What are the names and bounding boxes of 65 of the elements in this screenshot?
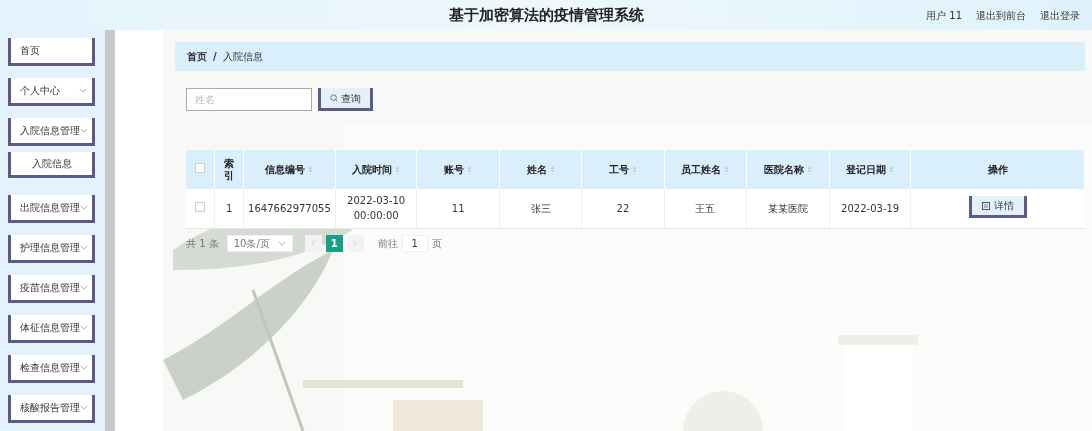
sort-icon[interactable] bbox=[889, 166, 895, 173]
chevron-right-icon bbox=[353, 240, 358, 246]
table-cell: 2022-03-19 bbox=[841, 202, 900, 214]
total-count: 共 1 条 bbox=[186, 236, 219, 251]
app-title: 基于加密算法的疫情管理系统 bbox=[448, 4, 644, 26]
chevron-icon bbox=[80, 285, 88, 290]
sort-icon[interactable] bbox=[631, 166, 637, 173]
checkbox[interactable] bbox=[195, 201, 206, 212]
chevron-down-icon bbox=[277, 240, 286, 246]
sidebar-subitem[interactable]: 入院信息 bbox=[8, 152, 95, 178]
column-header: 账号 bbox=[444, 163, 465, 177]
sort-icon[interactable] bbox=[308, 166, 314, 173]
chevron-icon bbox=[80, 128, 88, 133]
sort-icon[interactable] bbox=[807, 166, 813, 173]
chevron-icon bbox=[79, 88, 87, 93]
table-cell: 王五 bbox=[695, 202, 716, 214]
column-header: 工号 bbox=[608, 163, 629, 177]
header-link[interactable]: 退出登录 bbox=[1040, 7, 1080, 23]
table-cell: 张三 bbox=[530, 202, 551, 214]
sort-icon[interactable] bbox=[724, 166, 730, 173]
sidebar-item[interactable]: 个人中心 bbox=[8, 78, 95, 106]
table-cell: 某某医院 bbox=[768, 202, 809, 214]
column-header: 医院名称 bbox=[764, 163, 805, 177]
table-cell: 22 bbox=[616, 202, 630, 214]
sort-icon[interactable] bbox=[395, 166, 401, 173]
chevron-left-icon bbox=[311, 240, 316, 246]
chevron-icon bbox=[80, 405, 88, 410]
breadcrumb-link[interactable]: 入院信息 bbox=[222, 49, 263, 64]
chevron-icon bbox=[80, 205, 88, 210]
sidebar-item[interactable]: 疫苗信息管理 bbox=[8, 275, 95, 303]
header-link[interactable]: 退出到前台 bbox=[976, 7, 1026, 23]
goto-label: 前往 bbox=[377, 236, 398, 251]
name-search-field[interactable]: 姓名 bbox=[186, 88, 312, 111]
user-label: 用户 11 bbox=[926, 8, 962, 23]
document-icon bbox=[982, 201, 990, 210]
sidebar-item[interactable]: 首页 bbox=[8, 38, 95, 66]
column-header: 信息编号 bbox=[265, 163, 306, 177]
sidebar-item[interactable]: 出院信息管理 bbox=[8, 195, 95, 223]
breadcrumb-separator: / bbox=[213, 50, 217, 64]
sidebar-item[interactable]: 入院信息管理 bbox=[8, 118, 95, 146]
column-header: 姓名 bbox=[526, 163, 547, 177]
search-icon bbox=[330, 94, 338, 102]
sidebar-item[interactable]: 护理信息管理 bbox=[8, 235, 95, 263]
column-header: 索引 bbox=[223, 157, 236, 182]
column-header: 操作 bbox=[987, 163, 1008, 177]
checkbox[interactable] bbox=[195, 163, 206, 173]
chevron-icon bbox=[80, 325, 88, 330]
sidebar-item[interactable]: 核酸报告管理 bbox=[8, 395, 95, 423]
chevron-icon bbox=[80, 245, 88, 250]
details-button[interactable]: 详情 bbox=[969, 196, 1027, 218]
column-header: 入院时间 bbox=[352, 163, 393, 177]
sort-icon[interactable] bbox=[549, 166, 555, 173]
breadcrumb-link[interactable]: 首页 bbox=[187, 49, 207, 64]
column-header: 登记日期 bbox=[846, 163, 887, 177]
column-header: 员工姓名 bbox=[681, 163, 722, 177]
sidebar-item[interactable]: 检查信息管理 bbox=[8, 355, 95, 383]
search-button[interactable]: 查询 bbox=[318, 88, 373, 111]
sidebar-item[interactable]: 体征信息管理 bbox=[8, 315, 95, 343]
table-cell: 1647662977055 bbox=[248, 202, 331, 214]
table-cell: 1 bbox=[226, 202, 233, 214]
table-cell: 11 bbox=[451, 202, 465, 214]
table-cell: 2022-03-10 00:00:00 bbox=[347, 195, 406, 222]
sort-icon[interactable] bbox=[467, 166, 473, 173]
chevron-icon bbox=[80, 365, 88, 370]
page-unit-label: 页 bbox=[431, 236, 442, 251]
